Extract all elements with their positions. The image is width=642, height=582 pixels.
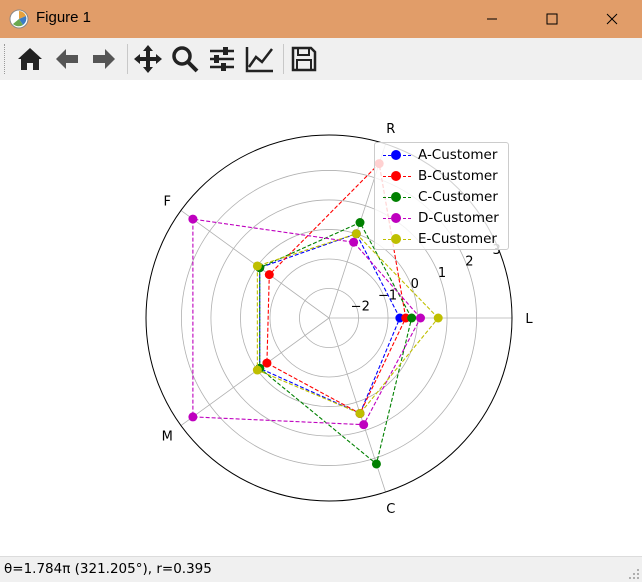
legend-entry: E-Customer — [375, 229, 508, 250]
legend-marker — [391, 150, 401, 160]
close-icon — [606, 13, 618, 25]
floppy-icon — [291, 46, 317, 72]
legend-label: E-Customer — [418, 231, 497, 247]
maximize-icon — [546, 13, 558, 25]
move-icon — [134, 45, 162, 73]
legend-marker — [391, 234, 401, 244]
line-chart-icon — [245, 47, 273, 73]
legend[interactable]: A-Customer B-Customer C-Customer D-Customer… — [374, 142, 509, 250]
legend-marker — [391, 192, 401, 202]
legend-entry: B-Customer — [375, 166, 508, 187]
legend-marker — [391, 171, 401, 181]
sliders-icon — [210, 47, 234, 71]
toolbar — [0, 38, 642, 80]
magnifier-icon — [172, 46, 199, 73]
resize-grip-icon[interactable] — [628, 568, 640, 580]
edit-axis-button[interactable] — [244, 43, 276, 75]
legend-label: A-Customer — [418, 147, 498, 163]
app-icon — [9, 9, 29, 29]
legend-entry: C-Customer — [375, 187, 508, 208]
arrow-left-icon — [56, 49, 78, 69]
close-button[interactable] — [582, 0, 642, 38]
home-button[interactable] — [14, 43, 46, 75]
minimize-icon — [487, 18, 497, 20]
minimize-button[interactable] — [462, 0, 522, 38]
window-title: Figure 1 — [36, 9, 92, 26]
save-button[interactable] — [288, 43, 320, 75]
zoom-button[interactable] — [169, 43, 201, 75]
title-bar: Figure 1 — [0, 0, 642, 38]
legend-label: B-Customer — [418, 168, 498, 184]
pan-button[interactable] — [132, 43, 164, 75]
figure-canvas[interactable] — [0, 80, 642, 554]
legend-label: C-Customer — [418, 189, 498, 205]
forward-button[interactable] — [88, 43, 120, 75]
toolbar-separator — [283, 44, 284, 74]
back-button[interactable] — [51, 43, 83, 75]
home-icon — [18, 48, 42, 70]
cursor-coordinates: θ=1.784π (321.205°), r=0.395 — [4, 561, 212, 577]
maximize-button[interactable] — [522, 0, 582, 38]
legend-label: D-Customer — [418, 210, 499, 226]
toolbar-separator — [127, 44, 128, 74]
subplots-button[interactable] — [206, 43, 238, 75]
legend-entry: A-Customer — [375, 145, 508, 166]
toolbar-grip — [4, 44, 8, 74]
legend-entry: D-Customer — [375, 208, 508, 229]
legend-marker — [391, 213, 401, 223]
status-bar: θ=1.784π (321.205°), r=0.395 — [0, 556, 642, 582]
arrow-right-icon — [93, 49, 115, 69]
